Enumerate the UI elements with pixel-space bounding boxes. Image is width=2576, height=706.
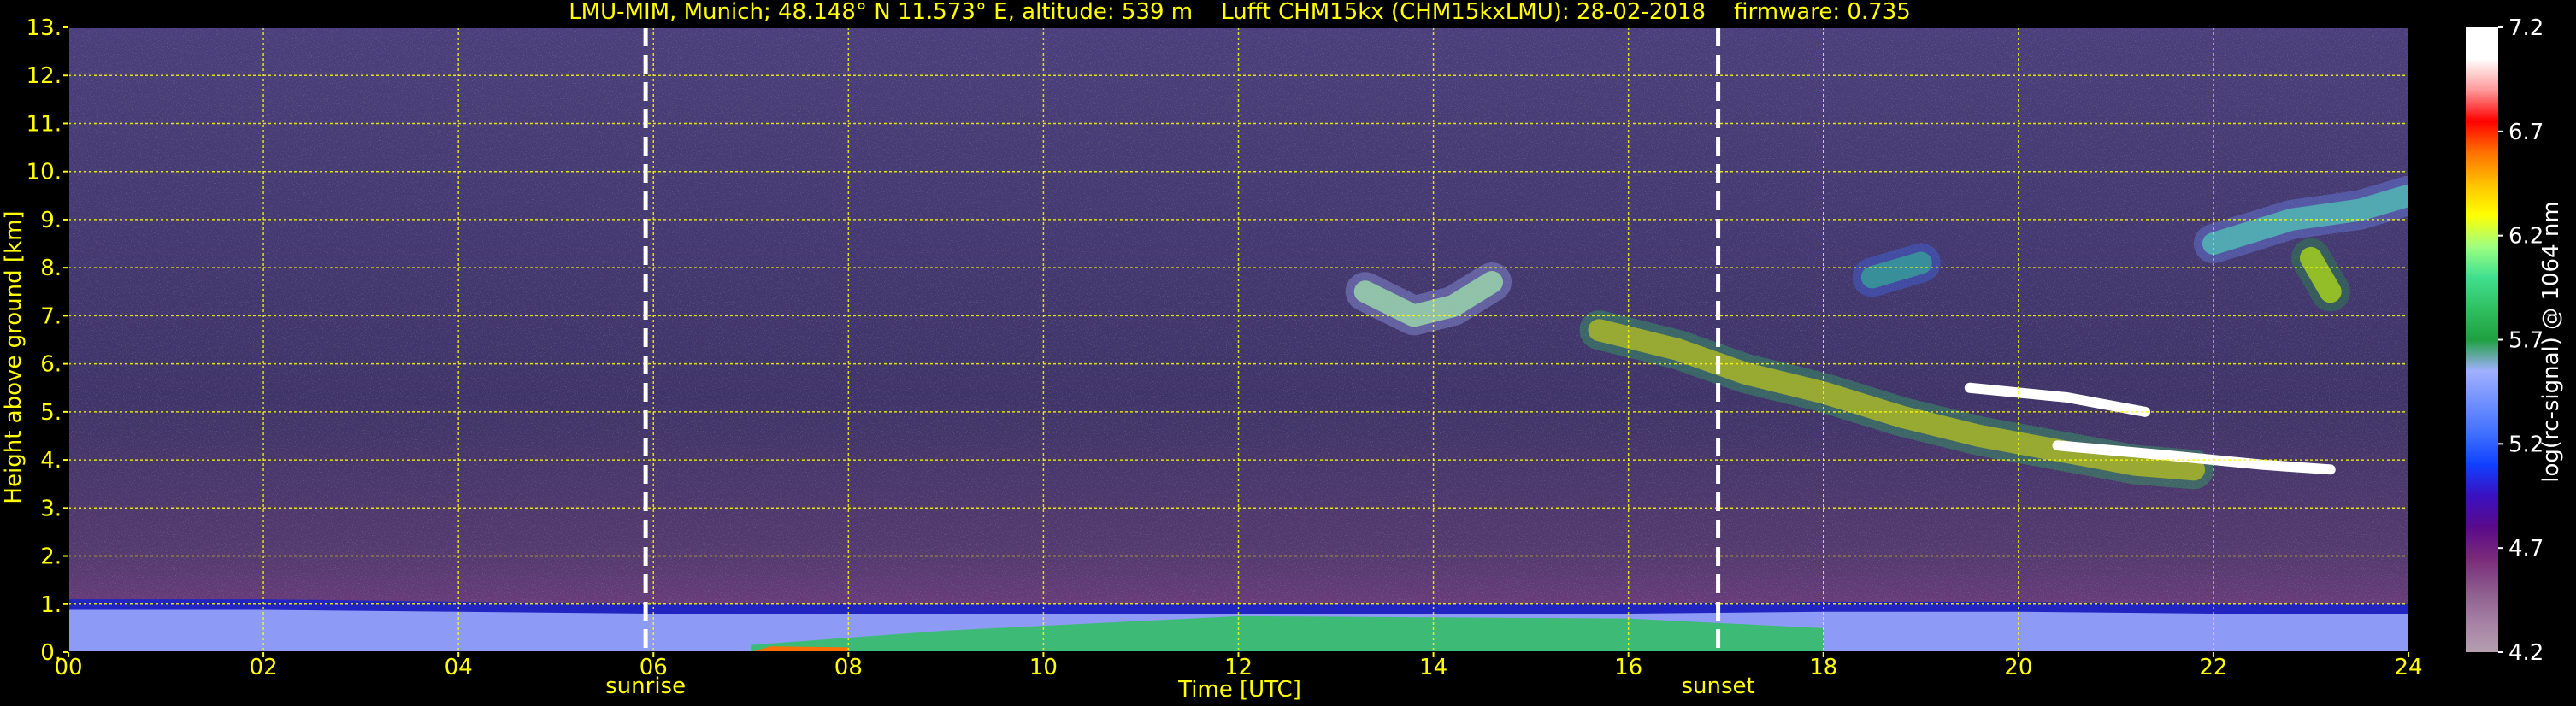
y-tick-label: 3. <box>40 496 62 521</box>
colorbar-gradient <box>2466 27 2498 652</box>
x-axis-label: Time [UTC] <box>1177 677 1301 703</box>
y-tick-label: 11. <box>27 111 62 137</box>
x-tick-label: 20 <box>2004 655 2032 680</box>
x-tick-label: 22 <box>2199 655 2227 680</box>
y-tick-label: 13. <box>27 15 62 41</box>
colorbar-tick-label: 7.2 <box>2508 15 2544 41</box>
y-tick-label: 9. <box>40 208 62 233</box>
y-tick-label: 2. <box>40 544 62 570</box>
y-tick-label: 12. <box>27 63 62 89</box>
y-axis-label: Height above ground [km] <box>1 210 27 503</box>
x-tick-label: 16 <box>1614 655 1642 680</box>
colorbar-tick-label: 4.2 <box>2508 640 2544 666</box>
x-tick-label: 14 <box>1419 655 1447 680</box>
y-tick-label: 4. <box>40 448 62 474</box>
x-tick-label: 18 <box>1809 655 1837 680</box>
y-tick-label: 5. <box>40 400 62 426</box>
y-tick-label: 1. <box>40 592 62 618</box>
cloud-halo-cirrus-23h <box>2290 238 2350 312</box>
marker-label-sunset: sunset <box>1681 674 1754 699</box>
x-tick-label: 06 <box>640 655 668 680</box>
colorbar-tick-label: 6.7 <box>2508 120 2544 145</box>
y-tick-label: 7. <box>40 303 62 329</box>
y-tick-label: 8. <box>40 256 62 281</box>
chart-title: LMU-MIM, Munich; 48.148° N 11.573° E, al… <box>569 0 1911 25</box>
colorbar: 4.24.75.25.76.26.77.2 <box>2466 15 2544 666</box>
x-tick-label: 24 <box>2394 655 2422 680</box>
y-tick-label: 10. <box>27 160 62 185</box>
x-tick-label: 02 <box>250 655 278 680</box>
y-tick-label: 6. <box>40 352 62 378</box>
chart-svg: sunrise sunset 00 02 04 06 08 10 12 14 16 18 20 22 24… <box>1 0 2564 703</box>
colorbar-label: log(rc-signal) @ 1064 nm <box>2538 201 2564 482</box>
x-tick-label: 08 <box>834 655 863 680</box>
x-tick-label: 04 <box>445 655 473 680</box>
x-tick-label: 10 <box>1029 655 1058 680</box>
y-tick-label: 0. <box>40 640 62 666</box>
cloud-halo-upper-cirrus <box>1852 243 1941 297</box>
colorbar-tick-label: 4.7 <box>2508 536 2544 562</box>
